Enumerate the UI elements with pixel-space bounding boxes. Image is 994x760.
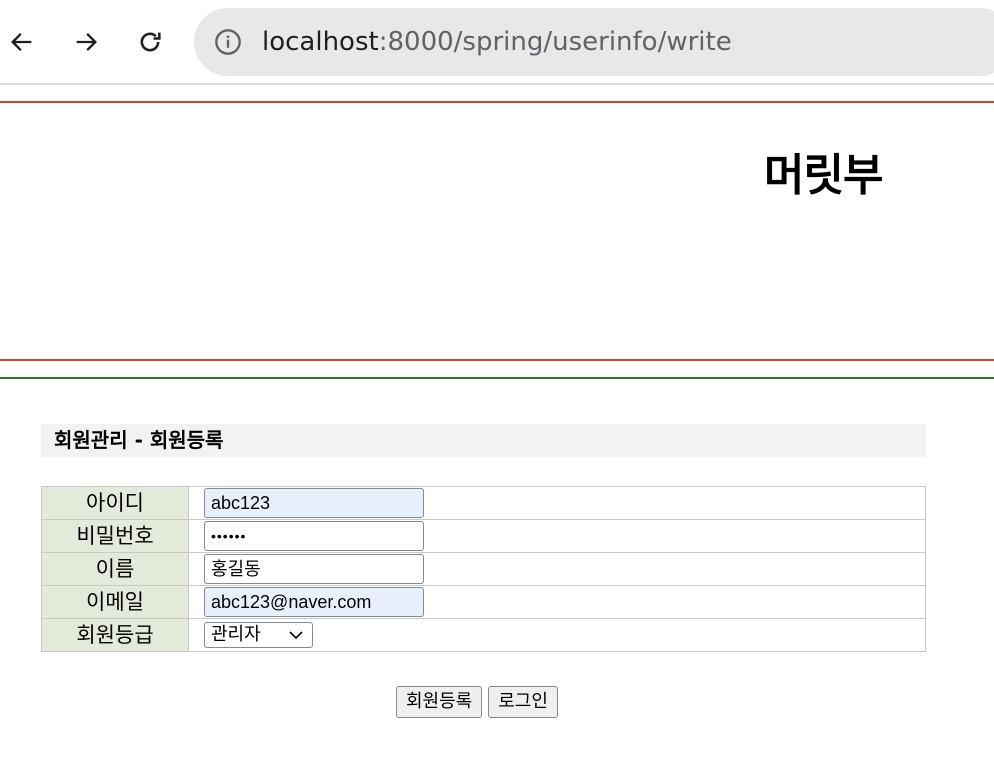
name-input[interactable]: 홍길동	[204, 554, 424, 584]
browser-toolbar: localhost:8000/spring/userinfo/write	[0, 0, 994, 85]
form-row-password: 비밀번호 ••••••	[41, 519, 926, 553]
userid-input[interactable]: abc123	[204, 488, 424, 518]
address-bar[interactable]: localhost:8000/spring/userinfo/write	[194, 8, 994, 76]
arrow-left-icon	[11, 33, 32, 51]
email-input[interactable]: abc123@naver.com	[204, 587, 424, 617]
chevron-down-icon	[289, 631, 303, 640]
signup-form-table: 아이디 abc123 비밀번호 •••••• 이름 홍길동 이메일 abc123…	[41, 486, 926, 652]
form-row-email: 이메일 abc123@naver.com	[41, 585, 926, 619]
name-label: 이름	[41, 552, 189, 586]
userid-label: 아이디	[41, 486, 189, 520]
grade-select[interactable]: 관리자	[204, 622, 313, 648]
section-title: 회원관리 - 회원등록	[41, 424, 926, 457]
password-input[interactable]: ••••••	[204, 521, 424, 551]
form-row-userid: 아이디 abc123	[41, 486, 926, 520]
form-row-grade: 회원등급 관리자	[41, 618, 926, 652]
register-button[interactable]: 회원등록	[396, 686, 483, 718]
forward-button[interactable]	[68, 24, 104, 60]
reload-button[interactable]	[132, 24, 168, 60]
grade-selected-value: 관리자	[211, 624, 261, 645]
form-actions: 회원등록 로그인	[396, 686, 558, 718]
header-bottom-divider	[0, 359, 994, 361]
url-host: localhost	[262, 27, 379, 57]
password-label: 비밀번호	[41, 519, 189, 553]
login-button[interactable]: 로그인	[488, 686, 558, 718]
form-row-name: 이름 홍길동	[41, 552, 926, 586]
site-title: 머릿부	[764, 150, 883, 201]
content-divider	[0, 377, 994, 379]
url-text: localhost:8000/spring/userinfo/write	[262, 26, 732, 58]
url-path: :8000/spring/userinfo/write	[378, 27, 732, 57]
header-top-divider	[0, 101, 994, 103]
info-icon[interactable]	[214, 28, 242, 56]
grade-label: 회원등급	[41, 618, 189, 652]
arrow-right-icon	[76, 33, 97, 51]
reload-icon	[140, 32, 161, 52]
back-button[interactable]	[4, 24, 40, 60]
email-label: 이메일	[41, 585, 189, 619]
